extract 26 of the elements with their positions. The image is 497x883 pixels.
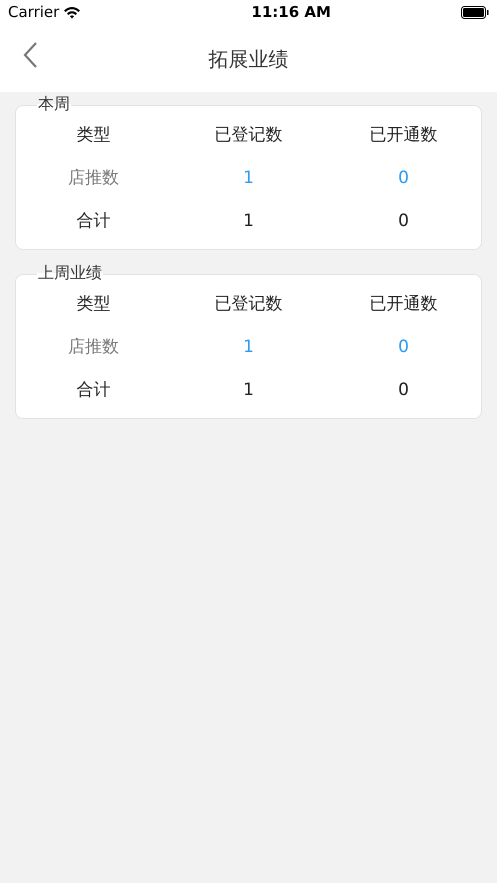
total-cell: 合计	[76, 210, 110, 231]
column-header: 已登记数	[214, 294, 282, 314]
status-time: 11:16 AM	[251, 2, 331, 24]
total-cell: 1	[243, 210, 254, 231]
table-cell: 0	[398, 168, 409, 188]
table-cell: 店推数	[68, 336, 119, 357]
column-header: 已开通数	[370, 124, 438, 145]
column-header: 类型	[76, 124, 110, 145]
table-cell: 1	[243, 168, 254, 188]
table-cell: 1	[243, 336, 254, 357]
table-cell: 0	[398, 336, 409, 357]
section-title: 本周	[37, 94, 71, 114]
table-cell: 店推数	[68, 168, 119, 188]
column-header: 已登记数	[214, 124, 282, 145]
back-button[interactable]	[22, 41, 38, 69]
column-header: 已开通数	[370, 294, 438, 314]
total-cell: 0	[398, 380, 409, 400]
total-cell: 合计	[76, 380, 110, 400]
total-cell: 1	[243, 380, 254, 400]
section-title: 上周业绩	[37, 263, 103, 283]
page-title: 拓展业绩	[208, 46, 288, 72]
wifi-icon	[63, 6, 82, 19]
carrier-label: Carrier	[8, 2, 60, 24]
battery-icon	[460, 6, 489, 19]
column-header: 类型	[76, 294, 110, 314]
total-cell: 0	[398, 210, 409, 231]
